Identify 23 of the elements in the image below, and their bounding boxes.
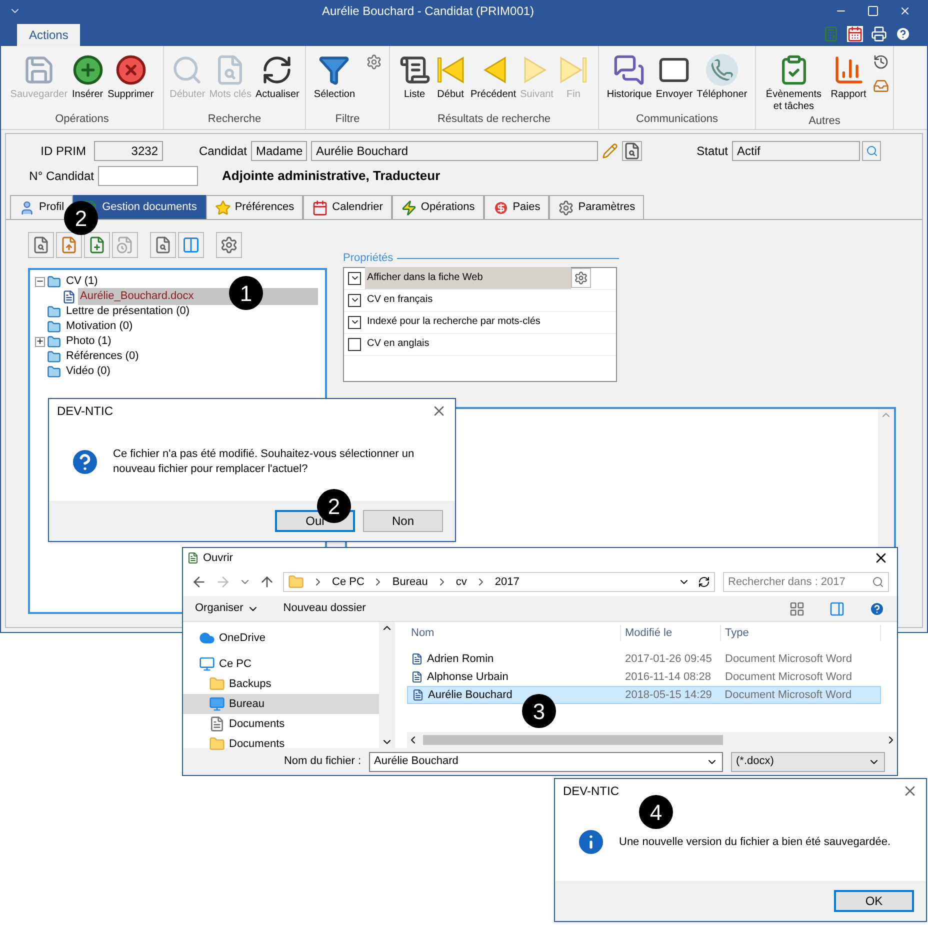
ribbon-group-label: Recherche — [206, 112, 262, 126]
property-label: Indexé pour la recherche par mots-clés — [366, 315, 542, 329]
field-label: Statut — [696, 143, 729, 160]
dialog-title: DEV-NTIC — [563, 783, 620, 800]
field-label: Candidat — [198, 143, 248, 160]
dialog-message: Une nouvelle version du fichier a bien été sauvegardée. — [619, 834, 891, 850]
ribbon-group-label: Opérations — [54, 112, 110, 126]
field-label: N° Candidat — [28, 168, 95, 185]
field-label: ID PRIM — [40, 143, 87, 160]
ribbon-group-label: Autres — [808, 114, 842, 129]
ribbon-group-label: Résultats de recherche — [436, 112, 552, 126]
dialog-title: Ouvrir — [203, 550, 234, 566]
ribbon-group-label: Filtre — [334, 112, 361, 126]
dialog-message: Ce fichier n'a pas été modifié. Souhaitez-vous sélectionner un nouveau fichier pour remplacer l'actuel? — [113, 447, 416, 477]
window-title: Aurélie Bouchard - Candidat (PRIM001) — [320, 3, 536, 20]
property-label: CV en anglais — [366, 337, 430, 351]
ribbon-group-label: Communications — [635, 112, 719, 126]
section-title: Propriétés — [343, 251, 394, 266]
candidate-subtitle: Adjointe administrative, Traducteur — [222, 167, 440, 186]
dialog-title: DEV-NTIC — [57, 403, 114, 420]
field-label: Nom du fichier : — [284, 754, 361, 770]
property-label: Afficher dans la fiche Web — [365, 267, 571, 289]
property-label: CV en français — [366, 293, 434, 307]
